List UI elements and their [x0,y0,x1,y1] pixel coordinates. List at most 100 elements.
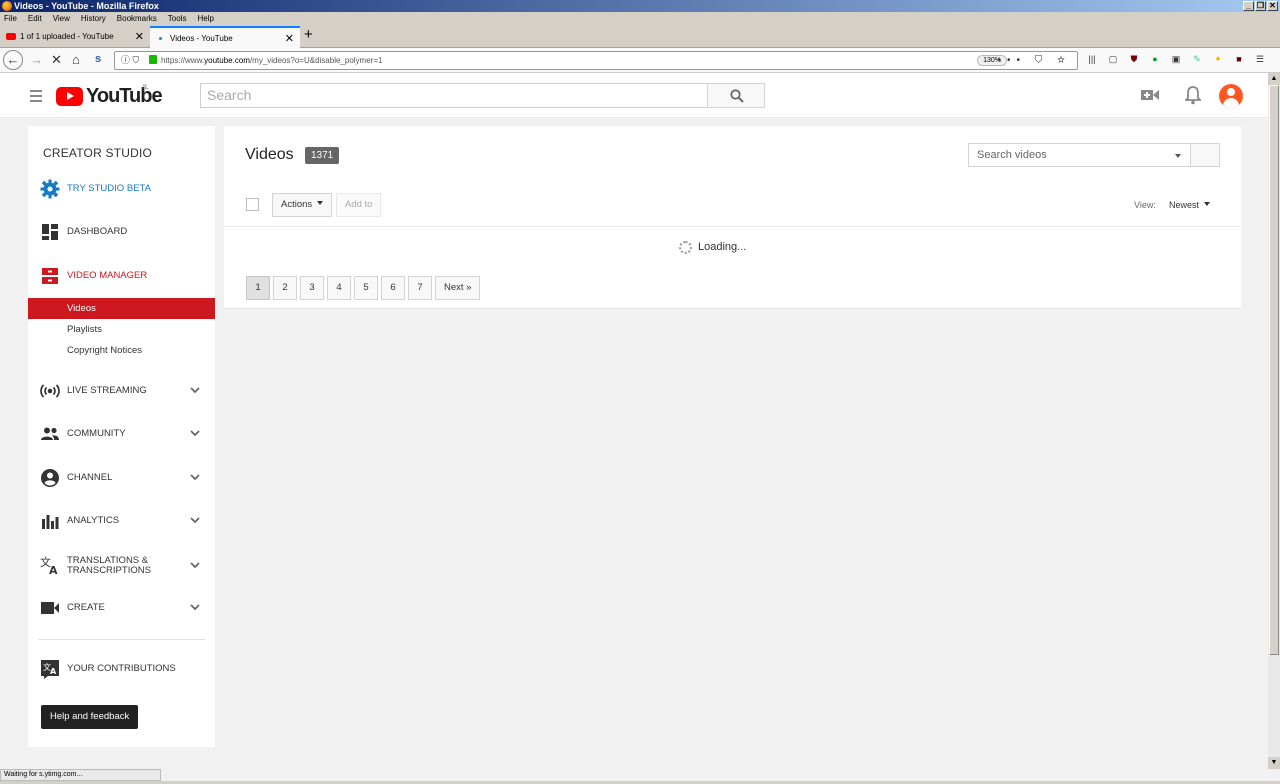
hamburger-menu-icon[interactable]: ☰ [1254,53,1266,65]
extension-green-icon[interactable]: ● [1149,53,1161,65]
sidebar-item-analytics[interactable]: ANALYTICS [28,511,215,531]
scrollbar-thumb[interactable] [1269,85,1279,655]
sidebar-item-label: ANALYTICS [67,515,120,526]
add-to-button[interactable]: Add to [336,193,382,217]
extension-badge-icon[interactable]: ▣ [1170,53,1182,65]
sidebar-item-create[interactable]: CREATE [28,598,215,618]
url-bar[interactable]: ⓘ ⛉ https://www.youtube.com/my_videos?o=… [114,51,1078,70]
spinner-icon [679,241,692,254]
next-page-button[interactable]: Next » [435,276,481,300]
minimize-button[interactable]: _ [1243,1,1254,11]
actions-label: Actions [281,199,313,210]
notifications-bell-icon[interactable] [1185,86,1201,105]
menu-tools[interactable]: Tools [168,12,187,25]
community-icon [41,427,59,440]
sidebar-item-your-contributions[interactable]: 文A YOUR CONTRIBUTIONS [28,659,215,679]
extension-dark-icon[interactable]: ■ [1233,53,1245,65]
upload-video-icon[interactable] [1141,88,1159,102]
chevron-down-icon[interactable] [190,428,200,438]
youtube-masthead: YouTube IL Search [0,73,1268,118]
sidebar-item-try-studio-beta[interactable]: TRY STUDIO BETA [28,179,215,199]
search-button[interactable] [707,83,765,108]
search-videos-button[interactable] [1190,143,1220,167]
extension-s-icon[interactable]: s [95,53,101,65]
chevron-down-icon[interactable] [190,515,200,525]
loading-indicator: Loading... [679,241,747,254]
chevron-down-icon[interactable] [190,602,200,612]
sidebar-item-label: VIDEO MANAGER [67,270,148,281]
youtube-wordmark: YouTube [86,84,163,107]
actions-dropdown-button[interactable]: Actions [272,193,333,217]
tab-close-icon[interactable]: ✕ [135,26,144,48]
tab-uploaded[interactable]: 1 of 1 uploaded - YouTube ✕ [0,26,150,48]
search-videos-field[interactable]: Search videos [968,143,1220,167]
sidebar-item-channel[interactable]: CHANNEL [28,468,215,488]
chevron-down-icon[interactable] [190,385,200,395]
tab-label: 1 of 1 uploaded - YouTube [20,32,114,41]
caret-down-icon [317,201,324,205]
sidebar-divider [38,639,206,640]
info-icon[interactable]: ⓘ ⛉ [121,55,139,65]
lock-icon [149,55,157,64]
youtube-logo[interactable]: YouTube IL [56,84,163,107]
menu-help[interactable]: Help [197,12,213,25]
sidebar-item-live-streaming[interactable]: LIVE STREAMING [28,381,215,401]
home-icon[interactable]: ⌂ [72,52,80,67]
page-button-7[interactable]: 7 [408,276,432,300]
url-domain: youtube.com [204,56,250,65]
sidebar-item-video-manager[interactable]: VIDEO MANAGER [28,266,215,286]
analytics-bar-icon [42,515,59,529]
page-button-1[interactable]: 1 [246,276,270,300]
sort-dropdown[interactable]: Newest [1169,200,1211,210]
guide-menu-icon[interactable] [30,90,42,105]
menu-history[interactable]: History [81,12,106,25]
stop-icon[interactable]: ✕ [51,52,62,68]
ublock-icon[interactable]: ⛊ [1128,53,1140,65]
tab-close-icon[interactable]: ✕ [285,28,294,50]
help-and-feedback-button[interactable]: Help and feedback [41,705,139,729]
menu-edit[interactable]: Edit [28,12,42,25]
video-count-badge: 1371 [305,147,340,164]
scroll-up-icon[interactable]: ▲ [1268,73,1280,85]
page-button-6[interactable]: 6 [381,276,405,300]
bulb-icon[interactable]: ✦ [1212,53,1224,65]
close-window-button[interactable]: ✕ [1267,1,1278,11]
chevron-down-icon[interactable] [190,472,200,482]
menu-view[interactable]: View [53,12,70,25]
menu-file[interactable]: File [4,12,17,25]
tab-videos[interactable]: Videos - YouTube ✕ [150,26,300,48]
caret-down-icon[interactable] [1175,154,1181,158]
toolbar-divider [224,226,1241,227]
sidebar-item-community[interactable]: COMMUNITY [28,424,215,444]
avatar[interactable] [1219,84,1243,108]
page-actions-icon[interactable]: ••• ⛉ ☆ [997,52,1071,69]
scroll-down-icon[interactable]: ▼ [1268,757,1280,769]
back-icon[interactable]: ← [3,50,23,70]
page-button-5[interactable]: 5 [354,276,378,300]
sidebar-item-label: YOUR CONTRIBUTIONS [67,663,176,674]
sidebar-icon[interactable]: ▢ [1107,53,1119,65]
page-button-3[interactable]: 3 [300,276,324,300]
sidebar-item-label: CHANNEL [67,472,113,483]
window-titlebar: Videos - YouTube - Mozilla Firefox _ ❐ ✕ [0,0,1280,12]
page-button-4[interactable]: 4 [327,276,351,300]
maximize-button[interactable]: ❐ [1255,1,1266,11]
sidebar-item-dashboard[interactable]: DASHBOARD [28,222,215,242]
sidebar-item-translations[interactable]: 文A TRANSLATIONS & TRANSCRIPTIONS [28,555,215,577]
select-all-checkbox[interactable] [246,198,259,211]
extension-color-icon[interactable]: ✎ [1191,53,1203,65]
menu-bar: File Edit View History Bookmarks Tools H… [0,12,1280,25]
search-input[interactable]: Search [200,83,708,108]
page-button-2[interactable]: 2 [273,276,297,300]
new-tab-button[interactable]: + [304,26,313,43]
sidebar-subitem-copyright-notices[interactable]: Copyright Notices [28,340,215,361]
gear-icon [40,179,60,199]
sidebar-subitem-playlists[interactable]: Playlists [28,319,215,340]
vertical-scrollbar[interactable]: ▲ ▼ [1268,73,1280,769]
sidebar-subitem-videos[interactable]: Videos [28,298,215,319]
loading-text: Loading... [698,241,747,253]
forward-icon[interactable]: → [30,52,43,67]
chevron-down-icon[interactable] [190,560,200,570]
library-icon[interactable]: ||| [1086,53,1098,65]
menu-bookmarks[interactable]: Bookmarks [117,12,157,25]
